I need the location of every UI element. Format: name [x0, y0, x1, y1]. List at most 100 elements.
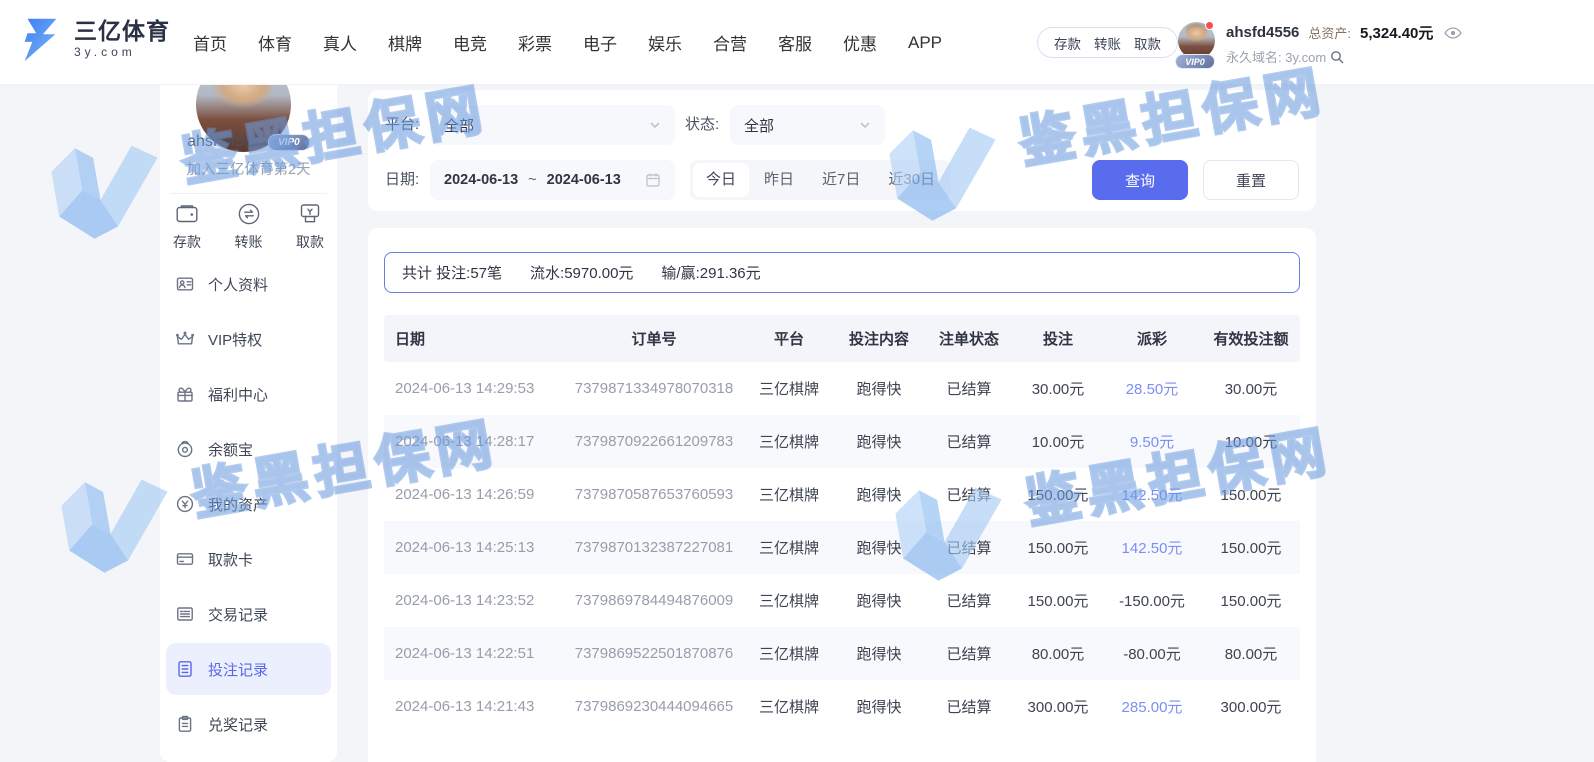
cell-status: 已结算 — [924, 696, 1014, 717]
nav-item-lottery[interactable]: 彩票 — [518, 30, 552, 55]
sidebar-item-yuebao[interactable]: 余额宝 — [166, 423, 331, 475]
wallet-action-deposit[interactable]: 存款 — [1054, 33, 1081, 53]
table-row[interactable]: 2024-06-13 14:23:527379869784494876009三亿… — [384, 574, 1300, 627]
summary-item: 共计 投注:57笔 — [402, 262, 502, 283]
sidebar-item-vip[interactable]: VIP特权 — [166, 313, 331, 365]
card-icon — [176, 550, 194, 568]
range-last-30-days[interactable]: 近30日 — [875, 163, 948, 197]
watermark-shield-icon — [41, 123, 176, 248]
table-row[interactable]: 2024-06-13 14:28:177379870922661209783三亿… — [384, 415, 1300, 468]
nav-item-promotions[interactable]: 优惠 — [843, 30, 877, 55]
range-today[interactable]: 今日 — [693, 163, 749, 197]
cell-platform: 三亿棋牌 — [744, 431, 834, 452]
nav-item-partnership[interactable]: 合营 — [713, 30, 747, 55]
nav-item-slots[interactable]: 电子 — [583, 30, 617, 55]
join-days-text: 加入三亿体育第2天 — [160, 158, 337, 179]
cell-valid: 300.00元 — [1202, 696, 1300, 717]
reset-button[interactable]: 重置 — [1203, 160, 1299, 200]
cell-bet: 150.00元 — [1014, 590, 1102, 611]
sidebar-item-welfare[interactable]: 福利中心 — [166, 368, 331, 420]
cell-platform: 三亿棋牌 — [744, 378, 834, 399]
cell-date: 2024-06-13 14:25:13 — [384, 539, 564, 556]
wallet-action-withdraw[interactable]: 取款 — [1134, 33, 1161, 53]
cell-platform: 三亿棋牌 — [744, 643, 834, 664]
quick-action-transfer[interactable]: 转账 — [235, 201, 263, 252]
assets-value: 5,324.40元 — [1360, 22, 1433, 43]
date-from: 2024-06-13 — [444, 172, 518, 188]
cell-status: 已结算 — [924, 484, 1014, 505]
nav-item-esports[interactable]: 电竞 — [453, 30, 487, 55]
range-yesterday[interactable]: 昨日 — [751, 163, 807, 197]
brand-icon — [16, 14, 66, 64]
quick-action-deposit[interactable]: 存款 — [173, 201, 201, 252]
brand-domain: 3y.com — [74, 46, 170, 59]
cell-bet: 150.00元 — [1014, 537, 1102, 558]
sidebar-item-bet-records[interactable]: 投注记录 — [166, 643, 331, 695]
cell-payout: -150.00元 — [1102, 590, 1202, 611]
cell-platform: 三亿棋牌 — [744, 484, 834, 505]
cell-status: 已结算 — [924, 431, 1014, 452]
eye-icon[interactable] — [1444, 27, 1462, 39]
query-button[interactable]: 查询 — [1092, 160, 1188, 200]
table-row[interactable]: 2024-06-13 14:21:437379869230444094665三亿… — [384, 680, 1300, 733]
summary-item: 输/赢:291.36元 — [661, 262, 760, 283]
sidebar-item-label: 取款卡 — [208, 549, 253, 570]
cell-payout: 28.50元 — [1102, 378, 1202, 399]
wallet-action-transfer[interactable]: 转账 — [1094, 33, 1121, 53]
search-icon[interactable] — [1330, 50, 1344, 64]
cell-payout: 9.50元 — [1102, 431, 1202, 452]
sidebar-item-label: 兑奖记录 — [208, 714, 268, 735]
sidebar-item-redeem-records[interactable]: 兑奖记录 — [166, 698, 331, 750]
cell-bet: 10.00元 — [1014, 431, 1102, 452]
sidebar-item-withdraw-card[interactable]: 取款卡 — [166, 533, 331, 585]
username: ahsfd4556 — [1226, 24, 1299, 41]
table-row[interactable]: 2024-06-13 14:29:537379871334978070318三亿… — [384, 362, 1300, 415]
date-range-input[interactable]: 2024-06-13 ~ 2024-06-13 — [430, 160, 675, 200]
brand-logo[interactable]: 三亿体育 3y.com — [16, 14, 170, 64]
redeem-icon — [176, 715, 194, 733]
user-block: VIP0 ahsfd4556 总资产: 5,324.40元 永久域名: 3y.c… — [1178, 22, 1462, 66]
nav-item-service[interactable]: 客服 — [778, 30, 812, 55]
range-last-7-days[interactable]: 近7日 — [809, 163, 873, 197]
summary-item: 流水:5970.00元 — [530, 262, 633, 283]
cell-bet: 80.00元 — [1014, 643, 1102, 664]
cell-valid: 150.00元 — [1202, 484, 1300, 505]
cell-date: 2024-06-13 14:29:53 — [384, 380, 564, 397]
cell-payout: 285.00元 — [1102, 696, 1202, 717]
profile-icon — [176, 275, 194, 293]
assets-icon — [176, 495, 194, 513]
avatar[interactable]: VIP0 — [1178, 22, 1216, 62]
status-select[interactable]: 全部 — [730, 105, 885, 145]
table-body: 2024-06-13 14:29:537379871334978070318三亿… — [384, 362, 1300, 733]
cell-valid: 80.00元 — [1202, 643, 1300, 664]
table-row[interactable]: 2024-06-13 14:25:137379870132387227081三亿… — [384, 521, 1300, 574]
sidebar-item-assets[interactable]: 我的资产 — [166, 478, 331, 530]
table-header: 日期订单号平台投注内容注单状态投注派彩有效投注额 — [384, 315, 1300, 362]
quick-action-withdraw[interactable]: 取款 — [296, 201, 324, 252]
cell-status: 已结算 — [924, 590, 1014, 611]
table-row[interactable]: 2024-06-13 14:22:517379869522501870876三亿… — [384, 627, 1300, 680]
table-row[interactable]: 2024-06-13 14:26:597379870587653760593三亿… — [384, 468, 1300, 521]
cell-date: 2024-06-13 14:22:51 — [384, 645, 564, 662]
cell-payout: -80.00元 — [1102, 643, 1202, 664]
deposit-icon — [174, 201, 200, 227]
cell-content: 跑得快 — [834, 378, 924, 399]
column-header: 平台 — [744, 328, 834, 349]
brand-name: 三亿体育 — [74, 19, 170, 43]
nav-item-live-casino[interactable]: 真人 — [323, 30, 357, 55]
nav-item-app[interactable]: APP — [908, 33, 942, 53]
nav-item-sports[interactable]: 体育 — [258, 30, 292, 55]
nav-item-entertainment[interactable]: 娱乐 — [648, 30, 682, 55]
chevron-down-icon — [859, 119, 871, 131]
platform-value: 全部 — [444, 115, 474, 136]
platform-select[interactable]: 全部 — [430, 105, 675, 145]
quick-range-group: 今日昨日近7日近30日 — [690, 160, 951, 200]
sidebar-item-profile[interactable]: 个人资料 — [166, 258, 331, 310]
sidebar-item-label: 余额宝 — [208, 439, 253, 460]
nav-item-home[interactable]: 首页 — [193, 30, 227, 55]
nav-item-chess[interactable]: 棋牌 — [388, 30, 422, 55]
sidebar-vip-badge: VIP0 — [268, 134, 310, 151]
cell-platform: 三亿棋牌 — [744, 537, 834, 558]
yuebao-icon — [176, 440, 194, 458]
sidebar-item-transactions[interactable]: 交易记录 — [166, 588, 331, 640]
